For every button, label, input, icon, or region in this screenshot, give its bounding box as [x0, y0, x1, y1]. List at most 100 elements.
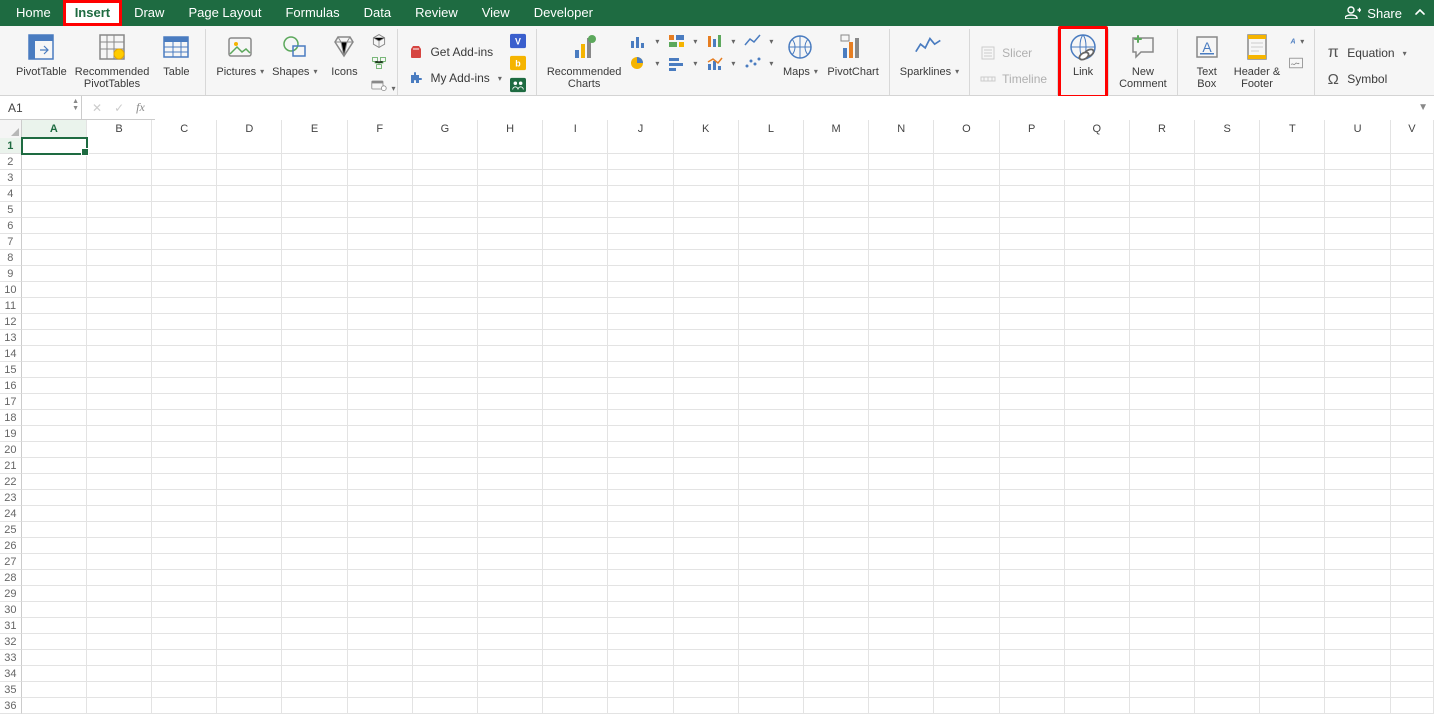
- cell[interactable]: [1325, 298, 1390, 314]
- cell[interactable]: [1391, 522, 1434, 538]
- cell[interactable]: [1065, 154, 1130, 170]
- cell[interactable]: [804, 186, 869, 202]
- cell[interactable]: [608, 650, 673, 666]
- cell[interactable]: [478, 282, 543, 298]
- tab-page-layout[interactable]: Page Layout: [176, 0, 273, 26]
- cell[interactable]: [869, 154, 934, 170]
- cell[interactable]: [608, 202, 673, 218]
- cell[interactable]: [152, 442, 217, 458]
- cell[interactable]: [1391, 394, 1434, 410]
- cell[interactable]: [1325, 634, 1390, 650]
- cell[interactable]: [413, 218, 478, 234]
- cell[interactable]: [674, 362, 739, 378]
- cell[interactable]: [543, 634, 608, 650]
- cell[interactable]: [413, 234, 478, 250]
- cell[interactable]: [478, 362, 543, 378]
- cell[interactable]: [348, 474, 413, 490]
- cell[interactable]: [1065, 378, 1130, 394]
- cell[interactable]: [543, 170, 608, 186]
- cell[interactable]: [1325, 506, 1390, 522]
- cell[interactable]: [1000, 458, 1065, 474]
- cell[interactable]: [608, 394, 673, 410]
- row-header[interactable]: 31: [0, 618, 22, 634]
- cell[interactable]: [608, 490, 673, 506]
- cell[interactable]: [152, 314, 217, 330]
- cell[interactable]: [217, 330, 282, 346]
- cell[interactable]: [1065, 250, 1130, 266]
- cell[interactable]: [869, 442, 934, 458]
- cell[interactable]: [348, 682, 413, 698]
- cell[interactable]: [1260, 186, 1325, 202]
- cell[interactable]: [152, 330, 217, 346]
- cell[interactable]: [869, 186, 934, 202]
- cell[interactable]: [739, 618, 804, 634]
- cell[interactable]: [348, 426, 413, 442]
- cell[interactable]: [1260, 666, 1325, 682]
- cell[interactable]: [674, 506, 739, 522]
- row-header[interactable]: 15: [0, 362, 22, 378]
- cell[interactable]: [1325, 602, 1390, 618]
- cell[interactable]: [348, 618, 413, 634]
- cell[interactable]: [1130, 682, 1195, 698]
- cell[interactable]: [1325, 202, 1390, 218]
- icons-button[interactable]: Icons: [321, 29, 367, 95]
- cell[interactable]: [282, 538, 347, 554]
- header-footer-button[interactable]: Header & Footer: [1230, 29, 1284, 95]
- cell[interactable]: [1325, 154, 1390, 170]
- cell[interactable]: [739, 154, 804, 170]
- cell[interactable]: [1325, 346, 1390, 362]
- cell[interactable]: [1065, 202, 1130, 218]
- column-header[interactable]: N: [869, 120, 934, 138]
- cell[interactable]: [1065, 538, 1130, 554]
- cell[interactable]: [543, 314, 608, 330]
- cell[interactable]: [348, 394, 413, 410]
- row-header[interactable]: 30: [0, 602, 22, 618]
- cell[interactable]: [1260, 602, 1325, 618]
- cell[interactable]: [87, 138, 152, 154]
- cell[interactable]: [934, 410, 999, 426]
- cell[interactable]: [1325, 266, 1390, 282]
- cell[interactable]: [1260, 618, 1325, 634]
- cell[interactable]: [674, 698, 739, 714]
- cell[interactable]: [1195, 570, 1260, 586]
- cell[interactable]: [739, 426, 804, 442]
- cell[interactable]: [804, 426, 869, 442]
- cell[interactable]: [739, 394, 804, 410]
- cell[interactable]: [478, 458, 543, 474]
- cell[interactable]: [1130, 186, 1195, 202]
- cell[interactable]: [478, 170, 543, 186]
- cell[interactable]: [1065, 330, 1130, 346]
- cell[interactable]: [152, 458, 217, 474]
- cell[interactable]: [282, 346, 347, 362]
- cell[interactable]: [217, 250, 282, 266]
- cell[interactable]: [934, 426, 999, 442]
- cell[interactable]: [1130, 442, 1195, 458]
- cell[interactable]: [543, 554, 608, 570]
- cell[interactable]: [152, 250, 217, 266]
- cell[interactable]: [282, 570, 347, 586]
- cell[interactable]: [1325, 522, 1390, 538]
- cell[interactable]: [1130, 538, 1195, 554]
- cell[interactable]: [1000, 282, 1065, 298]
- cell[interactable]: [282, 362, 347, 378]
- cell[interactable]: [282, 618, 347, 634]
- cell[interactable]: [1065, 282, 1130, 298]
- cell[interactable]: [1195, 682, 1260, 698]
- cell[interactable]: [739, 698, 804, 714]
- cell[interactable]: [282, 426, 347, 442]
- row-header[interactable]: 16: [0, 378, 22, 394]
- tab-draw[interactable]: Draw: [122, 0, 176, 26]
- cell[interactable]: [934, 282, 999, 298]
- cell[interactable]: [543, 346, 608, 362]
- cell[interactable]: [1130, 362, 1195, 378]
- cell[interactable]: [1000, 522, 1065, 538]
- cell[interactable]: [1260, 442, 1325, 458]
- cell[interactable]: [674, 186, 739, 202]
- cell[interactable]: [152, 394, 217, 410]
- cell[interactable]: [87, 282, 152, 298]
- cell[interactable]: [934, 586, 999, 602]
- cell[interactable]: [543, 698, 608, 714]
- cell[interactable]: [934, 154, 999, 170]
- cell[interactable]: [22, 426, 87, 442]
- cell[interactable]: [152, 682, 217, 698]
